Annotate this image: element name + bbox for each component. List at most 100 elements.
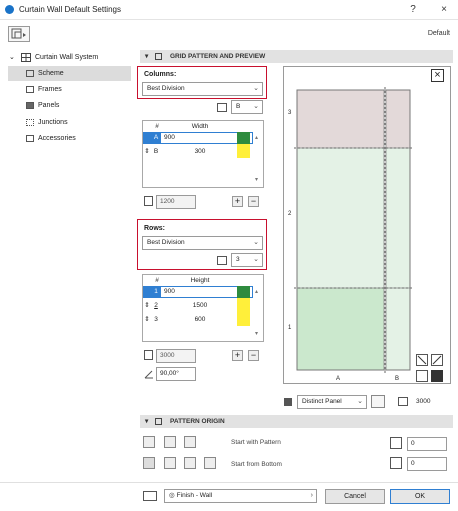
close-button[interactable]: ×: [437, 3, 451, 17]
origin-center-icon[interactable]: [164, 436, 176, 448]
diagonal-right-icon[interactable]: [431, 354, 443, 366]
scroll-down-icon[interactable]: ▾: [255, 330, 258, 337]
footer-divider: [0, 482, 458, 483]
chevron-down-icon: ⌄: [357, 398, 363, 405]
curtain-wall-icon: [21, 53, 31, 62]
favorites-icon: [11, 28, 26, 39]
view-mode-active-icon[interactable]: [431, 370, 443, 382]
origin-custom-icon[interactable]: [204, 457, 216, 469]
grid-section-header[interactable]: ▾ GRID PATTERN AND PREVIEW: [140, 50, 453, 63]
sidebar-item-junctions[interactable]: Junctions: [8, 115, 131, 130]
layer-select[interactable]: ◎ Finish - Wall ›: [164, 489, 317, 503]
drag-handle-icon[interactable]: ⇕: [143, 146, 151, 157]
drag-handle-icon[interactable]: ⇕: [143, 314, 151, 325]
add-row-button[interactable]: +: [232, 350, 243, 361]
app-icon: [5, 5, 14, 14]
panel-pick-button[interactable]: [371, 395, 385, 408]
lock-icon[interactable]: [237, 132, 250, 144]
scroll-up-icon[interactable]: ▴: [255, 288, 258, 295]
sidebar-item-panels[interactable]: Panels: [8, 98, 131, 113]
favorites-button[interactable]: [8, 26, 30, 42]
offset-x-icon: [390, 437, 402, 449]
preview-col-label: B: [395, 376, 400, 382]
chevron-down-icon: ⌄: [253, 239, 259, 246]
total-height-field: 3000: [156, 349, 196, 363]
remove-row-button[interactable]: −: [248, 350, 259, 361]
row-number: 1: [151, 286, 161, 297]
columns-label: Columns:: [144, 71, 177, 78]
origin-middle-icon[interactable]: [164, 457, 176, 469]
origin-bottom-icon[interactable]: [143, 457, 155, 469]
sidebar-item-label: Junctions: [38, 119, 68, 126]
row-value[interactable]: 900: [164, 286, 175, 297]
layer-icon: [143, 491, 157, 501]
add-column-button[interactable]: +: [232, 196, 243, 207]
row-number: 3: [154, 316, 158, 323]
total-width-icon: [144, 196, 153, 206]
lock-icon[interactable]: [237, 144, 250, 158]
ok-button[interactable]: OK: [390, 489, 450, 504]
columns-count-value: B: [236, 103, 241, 110]
chevron-down-icon: ⌄: [253, 85, 259, 92]
remove-column-button[interactable]: −: [248, 196, 259, 207]
row-value[interactable]: 300: [185, 146, 215, 157]
origin-left-icon[interactable]: [143, 436, 155, 448]
scheme-icon: [26, 70, 34, 77]
close-icon[interactable]: ×: [431, 69, 444, 82]
lock-icon[interactable]: [237, 298, 250, 312]
row-handle: [143, 286, 151, 298]
chevron-down-icon: ▾: [145, 53, 149, 60]
angle-field[interactable]: 90,00°: [156, 367, 196, 381]
rows-count-select[interactable]: 3 ⌄: [231, 253, 263, 267]
rows-count-value: 3: [236, 256, 240, 263]
chevron-down-icon: ▾: [145, 418, 149, 425]
row-count-icon: [217, 256, 227, 265]
window-title: Curtain Wall Default Settings: [19, 5, 121, 14]
scroll-down-icon[interactable]: ▾: [255, 176, 258, 183]
drag-handle-icon[interactable]: ⇕: [143, 300, 151, 311]
offset-y-field[interactable]: 0: [407, 457, 447, 471]
origin-top-icon[interactable]: [184, 457, 196, 469]
sidebar-root[interactable]: ⌄ Curtain Wall System: [7, 50, 135, 65]
offset-x-field[interactable]: 0: [407, 437, 447, 451]
rows-mode-select[interactable]: Best Division ⌄: [142, 236, 263, 250]
start-bottom-label: Start from Bottom: [231, 461, 282, 468]
row-number: A: [151, 132, 161, 143]
origin-icon: [155, 418, 162, 425]
row-handle: [143, 132, 151, 144]
sidebar-item-label: Accessories: [38, 135, 76, 142]
view-mode-icon[interactable]: [416, 370, 428, 382]
row-value[interactable]: 1500: [185, 300, 215, 311]
cancel-button[interactable]: Cancel: [325, 489, 385, 504]
rows-label: Rows:: [144, 225, 165, 232]
origin-section-header[interactable]: ▾ PATTERN ORIGIN: [140, 415, 453, 428]
diagonal-left-icon[interactable]: [416, 354, 428, 366]
angle-icon: [144, 370, 154, 379]
junctions-icon: [26, 119, 34, 126]
panels-icon: [26, 102, 34, 109]
chevron-right-icon: ›: [310, 492, 313, 499]
lock-icon[interactable]: [237, 286, 250, 298]
scroll-up-icon[interactable]: ▴: [255, 134, 258, 141]
lock-icon[interactable]: [237, 312, 250, 326]
column-count-icon: [217, 103, 227, 112]
columns-mode-select[interactable]: Best Division ⌄: [142, 82, 263, 96]
sidebar-item-scheme[interactable]: Scheme: [8, 66, 131, 81]
sidebar-item-label: Panels: [38, 102, 60, 109]
sidebar-item-accessories[interactable]: Accessories: [8, 131, 131, 146]
row-value[interactable]: 600: [185, 314, 215, 325]
origin-right-icon[interactable]: [184, 436, 196, 448]
columns-count-select[interactable]: B ⌄: [231, 100, 263, 114]
sidebar-item-frames[interactable]: Frames: [8, 82, 131, 97]
help-button[interactable]: ?: [406, 3, 420, 17]
panel-type-select[interactable]: Distinct Panel ⌄: [297, 395, 367, 409]
columns-mode-value: Best Division: [147, 85, 185, 92]
sidebar-root-label: Curtain Wall System: [35, 54, 99, 61]
rows-mode-value: Best Division: [147, 239, 185, 246]
row-number: 2: [154, 302, 158, 309]
section-title: GRID PATTERN AND PREVIEW: [170, 53, 266, 60]
layer-value: Finish - Wall: [176, 492, 213, 499]
row-value[interactable]: 900: [164, 132, 175, 143]
preview-col-label: A: [336, 376, 341, 382]
grid-preview[interactable]: [283, 66, 451, 384]
